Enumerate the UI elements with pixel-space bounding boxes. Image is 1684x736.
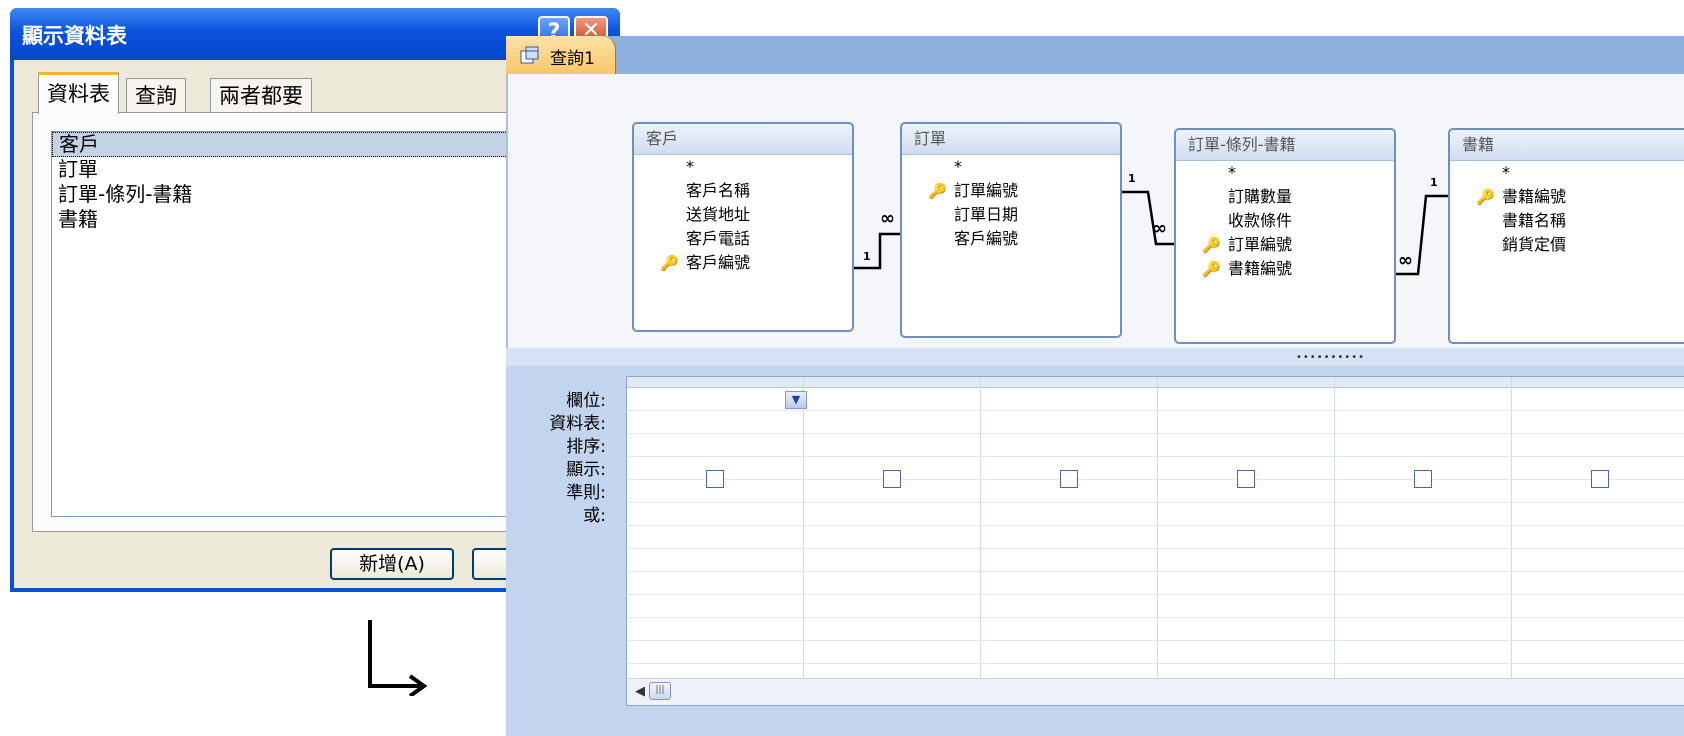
grid-row-line (627, 479, 1684, 480)
add-button[interactable]: 新增(A) (330, 548, 454, 580)
show-checkbox[interactable] (1060, 470, 1078, 488)
row-label-or: 或: (583, 506, 606, 526)
grid-row-line (627, 617, 1684, 618)
grid-row-line (627, 410, 1684, 411)
row-label-sort: 排序: (566, 437, 606, 457)
row-label-field: 欄位: (566, 391, 606, 411)
grid-column[interactable] (1512, 377, 1684, 705)
grid-row-line (627, 594, 1684, 595)
tab-both[interactable]: 兩者都要 (210, 78, 312, 112)
grip-icon: •••••••••• (1296, 352, 1365, 363)
query-design-window: 查詢1 客戶 * 客戶名稱 送貨地址 客戶電話 🔑 客戶編號 訂單 * 🔑 訂單編號… (506, 36, 1684, 736)
relation-one-label: 1 (1430, 176, 1438, 189)
relation-one-label: 1 (863, 250, 871, 263)
grid-row-line (627, 663, 1684, 664)
show-checkbox[interactable] (883, 470, 901, 488)
grid-row-line (627, 456, 1684, 457)
grid-row-line (627, 548, 1684, 549)
show-checkbox[interactable] (1237, 470, 1255, 488)
grid-column[interactable] (627, 377, 804, 705)
query-icon (520, 46, 539, 64)
grid-column[interactable] (804, 377, 981, 705)
grid-row-line (627, 571, 1684, 572)
grid-column[interactable] (1335, 377, 1512, 705)
grid-row-line (627, 525, 1684, 526)
table-pane: 客戶 * 客戶名稱 送貨地址 客戶電話 🔑 客戶編號 訂單 * 🔑 訂單編號 訂單日… (506, 74, 1684, 387)
relation-many-label: ∞ (1152, 218, 1167, 239)
show-checkbox[interactable] (706, 470, 724, 488)
relation-one-label: 1 (1128, 172, 1136, 185)
show-checkbox[interactable] (1591, 470, 1609, 488)
dialog-title: 顯示資料表 (22, 24, 127, 48)
design-grid-pane: 欄位: 資料表: 排序: 顯示: 準則: 或: ▼ ◀ ||| (506, 366, 1684, 736)
show-checkbox[interactable] (1414, 470, 1432, 488)
row-label-show: 顯示: (566, 460, 606, 480)
grid-row-line (627, 640, 1684, 641)
tab-query1[interactable]: 查詢1 (506, 36, 616, 74)
tab-queries[interactable]: 查詢 (126, 78, 186, 112)
design-grid[interactable]: ▼ ◀ ||| (626, 376, 1684, 706)
tab-tables[interactable]: 資料表 (38, 72, 119, 114)
grid-horizontal-scrollbar[interactable]: ◀ ||| (627, 678, 1684, 705)
relationship-lines (854, 190, 1448, 276)
row-label-table: 資料表: (549, 414, 606, 434)
row-label-criteria: 準則: (566, 483, 606, 503)
grid-column[interactable] (1158, 377, 1335, 705)
tab-label: 查詢1 (550, 49, 595, 69)
field-dropdown-icon[interactable]: ▼ (785, 391, 807, 409)
pane-splitter[interactable]: •••••••••• (506, 348, 1684, 367)
relation-many-label: ∞ (1398, 250, 1413, 271)
scroll-left-icon[interactable]: ◀ (635, 684, 645, 699)
relation-many-label: ∞ (880, 208, 895, 229)
grid-column[interactable] (981, 377, 1158, 705)
grid-row-line (627, 502, 1684, 503)
grid-row-line (627, 433, 1684, 434)
document-tab-bar: 查詢1 (506, 36, 1684, 74)
scroll-thumb[interactable]: ||| (649, 682, 671, 700)
arrow-icon (368, 620, 428, 696)
